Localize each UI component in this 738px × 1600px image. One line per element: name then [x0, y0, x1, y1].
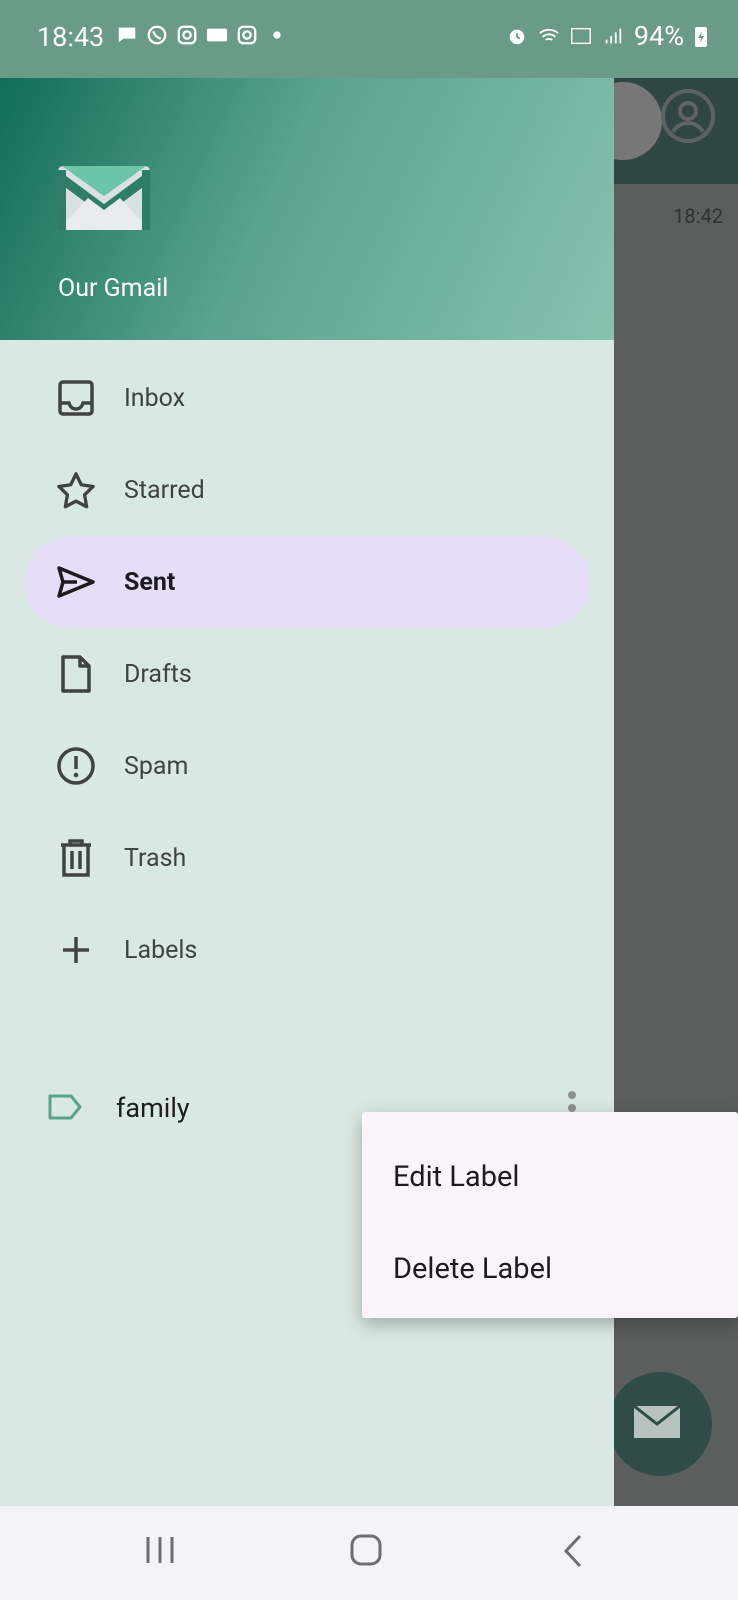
label-options-menu: Edit Label Delete Label — [362, 1112, 738, 1318]
wifi-icon — [539, 28, 559, 41]
drawer-item-label: Trash — [124, 843, 187, 873]
system-navigation-bar — [0, 1506, 738, 1600]
send-icon — [56, 562, 96, 602]
drawer-item-label: Labels — [124, 935, 198, 965]
alert-circle-icon — [56, 746, 96, 786]
volte-icon — [571, 27, 591, 45]
status-bar: 18:43 94% — [0, 0, 738, 78]
drawer-item-trash[interactable]: Trash — [24, 812, 590, 904]
mail-icon — [633, 1404, 681, 1438]
battery-percent: 94% — [633, 20, 684, 52]
account-circle-icon[interactable] — [660, 88, 716, 144]
drawer-item-label: Starred — [124, 475, 205, 505]
compose-button[interactable] — [608, 1372, 712, 1476]
system-icons: 94% — [506, 20, 708, 52]
drawer-item-label: Inbox — [124, 383, 186, 413]
battery-charging-icon — [695, 27, 707, 47]
drawer-item-starred[interactable]: Starred — [24, 444, 590, 536]
news-app-icon — [206, 28, 228, 42]
label-name: family — [116, 1092, 190, 1124]
chat-bubble-icon — [118, 27, 136, 43]
back-icon[interactable] — [562, 1534, 584, 1568]
edit-label-option[interactable]: Edit Label — [393, 1160, 519, 1194]
background-app-bar — [584, 60, 738, 184]
notification-icons — [116, 24, 288, 46]
drawer-item-inbox[interactable]: Inbox — [24, 352, 590, 444]
trash-icon — [56, 838, 96, 878]
instagram-icon — [237, 25, 257, 45]
drawer-item-sent[interactable]: Sent — [24, 536, 590, 628]
drawer-item-spam[interactable]: Spam — [24, 720, 590, 812]
drawer-item-label: Sent — [124, 567, 176, 597]
alarm-icon — [509, 29, 525, 45]
gmail-logo-icon — [58, 166, 150, 230]
drawer-item-label: Spam — [124, 751, 189, 781]
app-name: Our Gmail — [58, 274, 169, 303]
label-tag-icon — [48, 1094, 82, 1120]
signal-icon — [605, 28, 622, 44]
home-icon[interactable] — [350, 1534, 382, 1566]
instagram-icon — [177, 25, 197, 45]
inbox-icon — [56, 378, 96, 418]
recent-apps-icon[interactable] — [145, 1534, 175, 1566]
delete-label-option[interactable]: Delete Label — [393, 1252, 552, 1286]
status-time: 18:43 — [37, 21, 105, 53]
draft-icon — [56, 654, 96, 694]
drawer-item-label: Drafts — [124, 659, 192, 689]
email-time: 18:42 — [673, 204, 723, 228]
whatsapp-icon — [147, 25, 167, 45]
drawer-menu: Inbox Starred Sent Drafts Spam Trash Lab… — [0, 352, 614, 996]
drawer-item-labels[interactable]: Labels — [24, 904, 590, 996]
star-icon — [56, 470, 96, 510]
plus-icon — [56, 930, 96, 970]
drawer-item-drafts[interactable]: Drafts — [24, 628, 590, 720]
dot-icon — [273, 31, 281, 39]
drawer-header: Our Gmail — [0, 60, 614, 340]
